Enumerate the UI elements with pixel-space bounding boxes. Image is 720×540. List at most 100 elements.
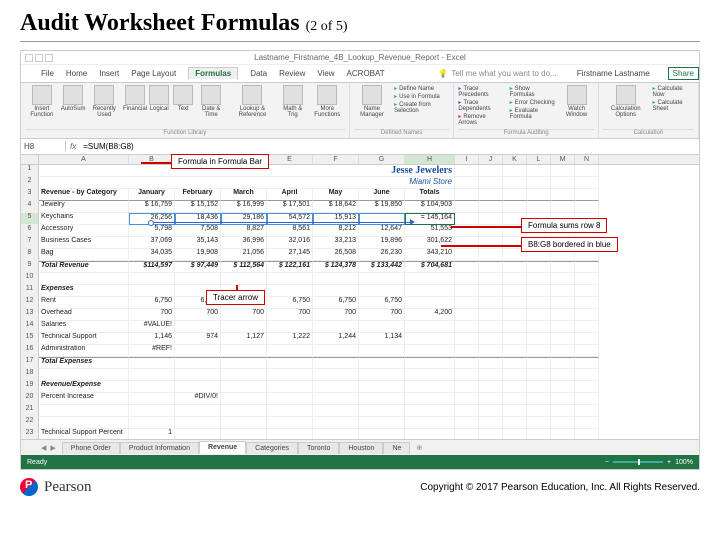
create-from-selection-button[interactable]: Create from Selection <box>394 101 449 114</box>
text-button[interactable]: Text <box>173 85 193 112</box>
select-all-corner[interactable] <box>21 155 39 164</box>
cell[interactable] <box>455 237 479 249</box>
cell[interactable]: 7,508 <box>175 225 221 237</box>
cell[interactable]: $ 124,378 <box>313 261 359 273</box>
cell[interactable] <box>503 369 527 381</box>
formula-input[interactable]: =SUM(B8:G8) <box>83 142 133 151</box>
row-header[interactable]: 4 <box>21 201 39 213</box>
cell[interactable] <box>551 345 575 357</box>
cell[interactable] <box>267 417 313 429</box>
cell[interactable]: 19,908 <box>175 249 221 261</box>
col-G[interactable]: G <box>359 155 405 164</box>
cell[interactable] <box>551 285 575 297</box>
cell[interactable] <box>359 393 405 405</box>
cell[interactable]: $ 133,442 <box>359 261 405 273</box>
cell[interactable] <box>455 285 479 297</box>
row-header[interactable]: 17 <box>21 357 39 369</box>
sheet-tab[interactable]: Phone Order <box>62 442 120 454</box>
cell[interactable]: Salaries <box>39 321 129 333</box>
remove-arrows-button[interactable]: Remove Arrows <box>458 113 505 126</box>
cell[interactable]: 21,056 <box>221 249 267 261</box>
cell[interactable] <box>479 297 503 309</box>
col-A[interactable]: A <box>39 155 129 164</box>
cell[interactable]: 974 <box>175 333 221 345</box>
sheet-tab-active[interactable]: Revenue <box>199 441 246 454</box>
error-checking-button[interactable]: Error Checking <box>510 99 556 106</box>
cell[interactable] <box>551 201 575 213</box>
cell[interactable] <box>405 369 455 381</box>
cell[interactable] <box>221 369 267 381</box>
cell[interactable]: 4,200 <box>405 309 455 321</box>
cell[interactable]: $ 19,850 <box>359 201 405 213</box>
cell[interactable]: 8,827 <box>221 225 267 237</box>
cell[interactable]: 1,244 <box>313 333 359 345</box>
cell[interactable] <box>551 321 575 333</box>
cell[interactable] <box>503 393 527 405</box>
cell[interactable] <box>455 417 479 429</box>
row-header[interactable]: 16 <box>21 345 39 357</box>
cell[interactable] <box>175 405 221 417</box>
cell[interactable]: 29,186 <box>221 213 267 225</box>
cell[interactable] <box>405 393 455 405</box>
cell[interactable] <box>575 165 599 177</box>
cell[interactable]: January <box>129 189 175 201</box>
cell[interactable]: 8,561 <box>267 225 313 237</box>
cell[interactable] <box>359 405 405 417</box>
cell[interactable] <box>551 405 575 417</box>
cell[interactable] <box>129 393 175 405</box>
cell[interactable] <box>527 285 551 297</box>
cell[interactable] <box>39 369 129 381</box>
cell[interactable]: 37,069 <box>129 237 175 249</box>
cell[interactable] <box>313 405 359 417</box>
cell[interactable] <box>575 273 599 285</box>
autosum-button[interactable]: AutoSum <box>63 85 84 112</box>
cell[interactable]: Jewelry <box>39 201 129 213</box>
recently-used-button[interactable]: Recently Used <box>88 85 121 118</box>
cell[interactable] <box>221 273 267 285</box>
cell[interactable] <box>405 381 455 393</box>
cell[interactable] <box>39 405 129 417</box>
cell[interactable] <box>575 309 599 321</box>
cell[interactable] <box>405 405 455 417</box>
col-N[interactable]: N <box>575 155 599 164</box>
sheet-tab[interactable]: Categories <box>246 442 298 454</box>
cell[interactable] <box>455 165 479 177</box>
zoom-slider[interactable] <box>613 461 663 463</box>
cell[interactable] <box>221 345 267 357</box>
cell[interactable]: 26,508 <box>313 249 359 261</box>
cell[interactable]: #VALUE! <box>129 321 175 333</box>
cell[interactable] <box>479 357 503 369</box>
cell[interactable]: Expenses <box>39 285 129 297</box>
cell[interactable] <box>575 357 599 369</box>
cell[interactable]: Total Expenses <box>39 357 129 369</box>
row-header[interactable]: 7 <box>21 237 39 249</box>
cell[interactable] <box>455 177 479 189</box>
row-header[interactable]: 6 <box>21 225 39 237</box>
cell[interactable] <box>479 237 503 249</box>
cell[interactable] <box>313 273 359 285</box>
cell[interactable] <box>455 189 479 201</box>
cell[interactable]: 27,145 <box>267 249 313 261</box>
row-header[interactable]: 13 <box>21 309 39 321</box>
cell[interactable] <box>175 381 221 393</box>
cell[interactable] <box>551 333 575 345</box>
cell[interactable] <box>405 273 455 285</box>
cell[interactable]: $ 112,564 <box>221 261 267 273</box>
cell[interactable] <box>479 249 503 261</box>
cell[interactable] <box>551 177 575 189</box>
cell[interactable] <box>575 201 599 213</box>
cell[interactable]: June <box>359 189 405 201</box>
cell[interactable] <box>551 297 575 309</box>
cell[interactable]: 700 <box>221 309 267 321</box>
cell[interactable] <box>503 261 527 273</box>
cell[interactable]: $ 97,449 <box>175 261 221 273</box>
cell[interactable] <box>551 165 575 177</box>
cell[interactable]: $ 704,681 <box>405 261 455 273</box>
sheet-tab[interactable]: Toronto <box>298 442 339 454</box>
sheet-tab[interactable]: Product Information <box>120 442 199 454</box>
cell[interactable]: Totals <box>405 189 455 201</box>
tell-me-search[interactable]: Tell me what you want to do... <box>438 69 556 78</box>
col-J[interactable]: J <box>479 155 503 164</box>
row-header[interactable]: 11 <box>21 285 39 297</box>
cell[interactable] <box>405 297 455 309</box>
